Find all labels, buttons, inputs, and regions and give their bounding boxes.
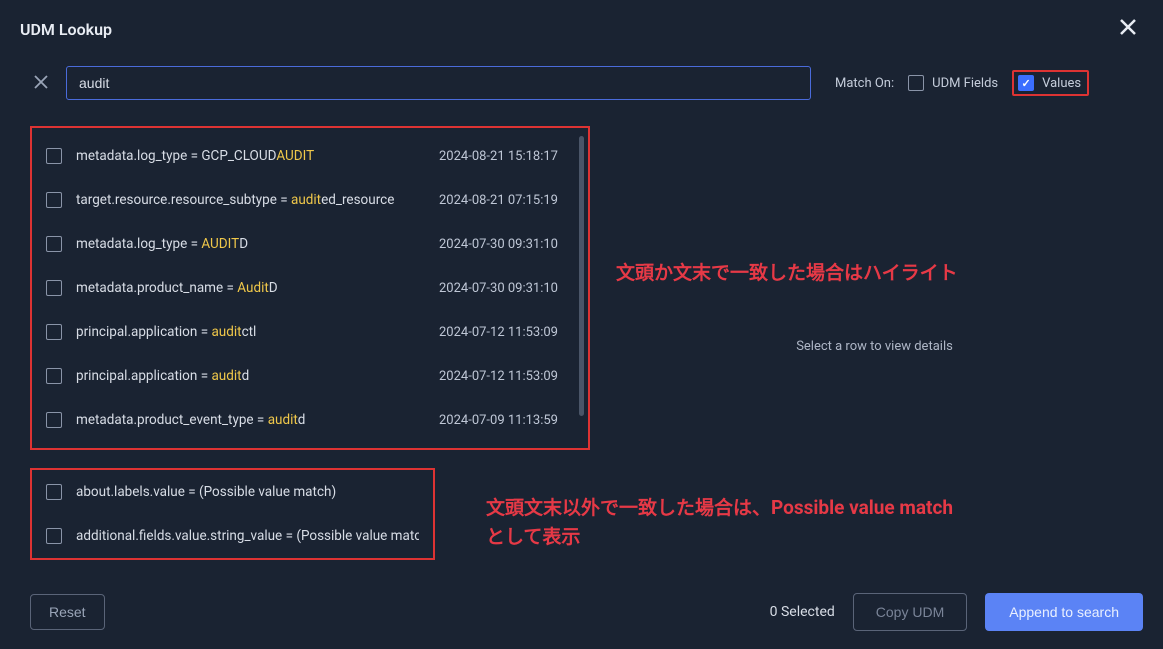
clear-icon [34, 75, 48, 89]
result-text: additional.fields.value.string_value = (… [76, 528, 419, 544]
result-time: 2024-07-12 11:53:09 [439, 369, 574, 384]
result-time: 2024-07-09 11:13:59 [439, 413, 574, 428]
dialog-header: UDM Lookup [0, 0, 1163, 54]
result-row[interactable]: metadata.log_type = GCP_CLOUDAUDIT 2024-… [32, 134, 588, 178]
result-time: 2024-07-12 11:53:09 [439, 325, 574, 340]
result-text: metadata.log_type = GCP_CLOUDAUDIT [76, 148, 425, 164]
result-row[interactable]: principal.application = auditctl 2024-07… [32, 310, 588, 354]
udm-lookup-dialog: UDM Lookup Match On: UDM Fields Values m… [0, 0, 1163, 649]
result-text: metadata.product_event_type = auditd [76, 412, 425, 428]
row-checkbox[interactable] [46, 192, 62, 208]
results-group-highlighted: metadata.log_type = GCP_CLOUDAUDIT 2024-… [30, 126, 590, 450]
row-checkbox[interactable] [46, 368, 62, 384]
result-time: 2024-07-30 09:31:10 [439, 281, 574, 296]
dialog-footer: Reset 0 Selected Copy UDM Append to sear… [0, 579, 1163, 649]
row-checkbox[interactable] [46, 528, 62, 544]
values-checkbox[interactable] [1018, 75, 1034, 91]
result-text: about.labels.value = (Possible value mat… [76, 484, 419, 500]
results-group-possible: about.labels.value = (Possible value mat… [30, 468, 435, 560]
result-row[interactable]: about.labels.value = (Possible value mat… [32, 470, 433, 514]
row-checkbox[interactable] [46, 280, 62, 296]
match-on-label: Match On: [835, 76, 894, 91]
result-time: 2024-08-21 07:15:19 [439, 193, 574, 208]
result-row[interactable]: metadata.product_name = AuditD 2024-07-3… [32, 266, 588, 310]
result-row[interactable]: additional.fields.value.string_value = (… [32, 514, 433, 558]
footer-right: 0 Selected Copy UDM Append to search [770, 593, 1143, 631]
append-to-search-button[interactable]: Append to search [985, 593, 1143, 631]
row-checkbox[interactable] [46, 484, 62, 500]
udm-fields-checkbox-group[interactable]: UDM Fields [908, 75, 998, 91]
result-text: target.resource.resource_subtype = audit… [76, 192, 425, 208]
search-input[interactable] [66, 66, 811, 100]
values-checkbox-group[interactable]: Values [1012, 70, 1089, 96]
annotation-possible: 文頭文末以外で一致した場合は、Possible value match として表… [486, 494, 1143, 551]
row-checkbox[interactable] [46, 148, 62, 164]
result-time: 2024-08-21 15:18:17 [439, 149, 574, 164]
close-button[interactable] [1113, 14, 1143, 44]
result-text: principal.application = auditd [76, 368, 425, 384]
copy-udm-button[interactable]: Copy UDM [853, 593, 967, 631]
result-row[interactable]: target.resource.resource_subtype = audit… [32, 178, 588, 222]
search-row: Match On: UDM Fields Values [0, 54, 1163, 108]
dialog-body: metadata.log_type = GCP_CLOUDAUDIT 2024-… [0, 108, 1163, 579]
details-hint: Select a row to view details [606, 339, 1143, 354]
udm-fields-label: UDM Fields [932, 76, 998, 91]
result-text: metadata.product_name = AuditD [76, 280, 425, 296]
row-checkbox[interactable] [46, 324, 62, 340]
result-text: principal.application = auditctl [76, 324, 425, 340]
clear-search-button[interactable] [30, 73, 52, 94]
result-row[interactable]: principal.application = auditd 2024-07-1… [32, 354, 588, 398]
annotation-highlight: 文頭か文末で一致した場合はハイライト [616, 258, 1143, 285]
result-time: 2024-07-30 09:31:10 [439, 237, 574, 252]
selected-count: 0 Selected [770, 604, 835, 620]
udm-fields-checkbox[interactable] [908, 75, 924, 91]
details-pane: 文頭か文末で一致した場合はハイライト Select a row to view … [606, 126, 1143, 579]
result-row[interactable]: metadata.product_event_type = auditd 202… [32, 398, 588, 442]
result-text: metadata.log_type = AUDITD [76, 236, 425, 252]
row-checkbox[interactable] [46, 236, 62, 252]
values-label: Values [1042, 76, 1081, 91]
result-row[interactable]: metadata.log_type = AUDITD 2024-07-30 09… [32, 222, 588, 266]
reset-button[interactable]: Reset [30, 594, 105, 630]
row-checkbox[interactable] [46, 412, 62, 428]
close-icon [1119, 18, 1137, 36]
dialog-title: UDM Lookup [20, 20, 112, 39]
